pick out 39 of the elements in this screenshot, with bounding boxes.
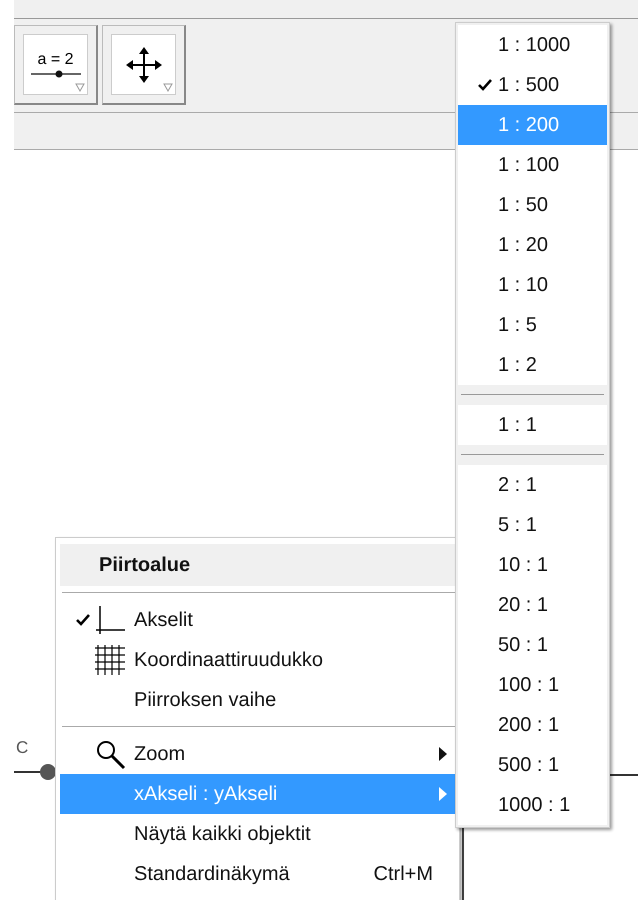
menu-item[interactable]: 1 : 5 bbox=[458, 305, 607, 345]
submenu-arrow-icon bbox=[439, 747, 447, 761]
dropdown-triangle-icon bbox=[163, 83, 173, 92]
axes-icon bbox=[94, 604, 126, 636]
move-tool-button[interactable] bbox=[102, 25, 186, 105]
menu-item[interactable]: Piirroksen vaihe bbox=[60, 680, 459, 720]
shortcut-text: Ctrl+M bbox=[374, 862, 433, 886]
menu-item[interactable]: 500 : 1 bbox=[458, 745, 607, 785]
menu-item[interactable]: 1 : 1 bbox=[458, 405, 607, 445]
menu-item[interactable]: 2 : 1 bbox=[458, 465, 607, 505]
slider-tool-button[interactable]: a = 2 bbox=[14, 25, 98, 105]
grid-icon bbox=[94, 644, 126, 676]
search-icon bbox=[94, 738, 126, 770]
point-label: C bbox=[16, 738, 28, 758]
menu-item[interactable]: 1 : 10 bbox=[458, 265, 607, 305]
menu-item[interactable]: 1 : 1000 bbox=[458, 25, 607, 65]
menu-item[interactable]: 1 : 500 bbox=[458, 65, 607, 105]
menu-item[interactable]: 1 : 2 bbox=[458, 345, 607, 385]
menu-item[interactable]: 10 : 1 bbox=[458, 545, 607, 585]
menu-item[interactable]: 1 : 20 bbox=[458, 225, 607, 265]
submenu-arrow-icon bbox=[439, 787, 447, 801]
menu-item[interactable]: Akselit bbox=[60, 600, 459, 640]
point-dot[interactable] bbox=[40, 764, 56, 780]
slider-icon bbox=[28, 68, 82, 78]
menu-item[interactable]: 1 : 100 bbox=[458, 145, 607, 185]
dropdown-triangle-icon bbox=[75, 83, 85, 92]
menu-item[interactable]: 100 : 1 bbox=[458, 665, 607, 705]
menu-item[interactable]: Näytä kaikki objektit bbox=[60, 814, 459, 854]
menu-item[interactable]: Zoom bbox=[60, 734, 459, 774]
menu-item[interactable]: 200 : 1 bbox=[458, 705, 607, 745]
line-segment bbox=[610, 774, 638, 776]
menu-item[interactable]: 5 : 1 bbox=[458, 505, 607, 545]
menu-item[interactable]: Standardinäkymä Ctrl+M bbox=[60, 854, 459, 894]
menu-item[interactable]: 1 : 50 bbox=[458, 185, 607, 225]
menu-item[interactable]: 50 : 1 bbox=[458, 625, 607, 665]
menu-item[interactable]: 20 : 1 bbox=[458, 585, 607, 625]
menu-item[interactable]: 1000 : 1 bbox=[458, 785, 607, 825]
menu-item[interactable]: Koordinaattiruudukko bbox=[60, 640, 459, 680]
four-way-arrow-icon bbox=[124, 44, 164, 84]
